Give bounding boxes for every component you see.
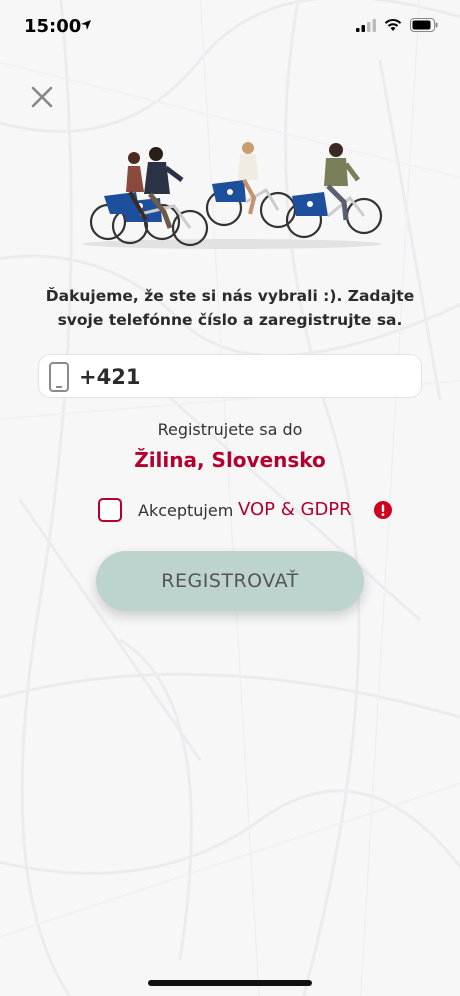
phone-field[interactable]	[38, 354, 422, 398]
terms-link[interactable]: VOP & GDPR	[238, 499, 352, 520]
cyclists-illustration	[82, 142, 383, 249]
registration-label: Registrujete sa do	[157, 420, 303, 439]
wifi-icon	[384, 18, 402, 31]
status-time: 15:00	[24, 16, 82, 37]
status-bar: 15:00	[0, 0, 460, 56]
status-icons	[356, 18, 438, 32]
register-button[interactable]: REGISTROVAŤ	[96, 551, 364, 611]
terms-row: Akceptujem VOP & GDPR	[98, 498, 398, 524]
home-indicator	[148, 980, 312, 986]
warning-icon[interactable]	[374, 501, 392, 519]
phone-icon	[49, 362, 69, 392]
phone-input[interactable]	[77, 360, 411, 394]
terms-checkbox[interactable]	[98, 498, 122, 522]
cellular-signal-icon	[356, 18, 376, 32]
battery-icon	[410, 18, 438, 32]
close-icon[interactable]	[30, 85, 54, 109]
location-arrow-icon	[81, 20, 91, 30]
intro-text: Ďakujeme, že ste si nás vybrali :). Zada…	[45, 287, 415, 329]
registration-city[interactable]: Žilina, Slovensko	[0, 448, 460, 472]
terms-accept-label: Akceptujem	[138, 501, 234, 520]
